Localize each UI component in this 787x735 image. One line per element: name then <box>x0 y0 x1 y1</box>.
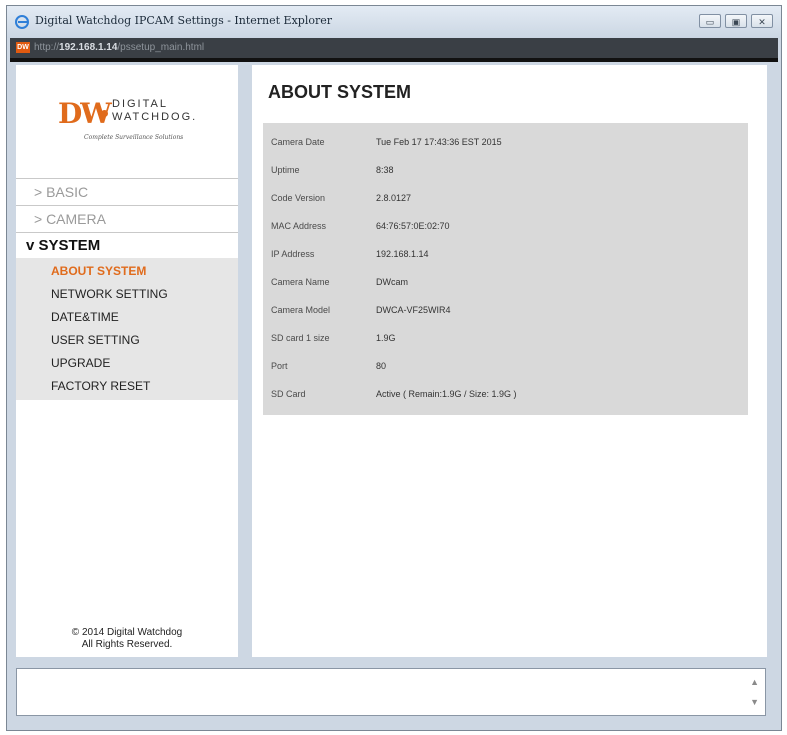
minimize-button[interactable]: ▭ <box>699 14 721 28</box>
info-row-mac-address: MAC Address 64:76:57:0E:02:70 <box>263 217 748 237</box>
info-label: SD Card <box>271 389 306 399</box>
info-row-ip-address: IP Address 192.168.1.14 <box>263 245 748 265</box>
site-favicon-icon: DW <box>16 42 30 53</box>
submenu-factory-reset[interactable]: FACTORY RESET <box>51 379 150 393</box>
info-label: Port <box>271 361 288 371</box>
info-value: 8:38 <box>376 165 394 175</box>
nav-camera[interactable]: > CAMERA <box>16 205 238 231</box>
sidebar: DW DIGITAL WATCHDOG. Complete Surveillanc… <box>16 65 238 657</box>
rights-line: All Rights Reserved. <box>81 639 173 650</box>
logo-dot-icon <box>101 110 108 117</box>
info-label: Camera Name <box>271 277 330 287</box>
internet-explorer-icon <box>15 15 29 29</box>
page-title: ABOUT SYSTEM <box>268 82 412 102</box>
info-label: SD card 1 size <box>271 333 330 343</box>
system-info-table: Camera Date Tue Feb 17 17:43:36 EST 2015… <box>263 123 748 415</box>
info-value: DWCA-VF25WIR4 <box>376 305 451 315</box>
info-row-camera-model: Camera Model DWCA-VF25WIR4 <box>263 301 748 321</box>
info-label: Uptime <box>271 165 300 175</box>
info-row-camera-date: Camera Date Tue Feb 17 17:43:36 EST 2015 <box>263 133 748 153</box>
digital-watchdog-logo: DW DIGITAL WATCHDOG. Complete Surveillanc… <box>58 97 208 147</box>
submenu-network-setting[interactable]: NETWORK SETTING <box>51 287 168 301</box>
logo-tagline: Complete Surveillance Solutions <box>84 134 184 141</box>
submenu-upgrade[interactable]: UPGRADE <box>51 356 110 370</box>
info-value: Tue Feb 17 17:43:36 EST 2015 <box>376 137 502 147</box>
logo-line1: DIGITAL <box>112 98 168 110</box>
submenu-user-setting[interactable]: USER SETTING <box>51 333 140 347</box>
main-content: ABOUT SYSTEM Camera Date Tue Feb 17 17:4… <box>252 65 767 657</box>
scroll-down-icon[interactable]: ▼ <box>750 697 759 707</box>
logo-line2: WATCHDOG. <box>112 111 198 123</box>
title-bar[interactable]: Digital Watchdog IPCAM Settings - Intern… <box>7 6 781 38</box>
info-value: 1.9G <box>376 333 396 343</box>
info-label: Camera Date <box>271 137 325 147</box>
url-text[interactable]: http://192.168.1.14/pssetup_main.html <box>34 42 204 53</box>
url-path: /pssetup_main.html <box>117 42 205 53</box>
nav-basic[interactable]: > BASIC <box>16 178 238 204</box>
info-row-code-version: Code Version 2.8.0127 <box>263 189 748 209</box>
info-value: 2.8.0127 <box>376 193 412 203</box>
info-row-sd-card: SD Card Active ( Remain:1.9G / Size: 1.9… <box>263 385 748 405</box>
submenu-date-time[interactable]: DATE&TIME <box>51 310 119 324</box>
scroll-up-icon[interactable]: ▲ <box>750 677 759 687</box>
copyright-line: © 2014 Digital Watchdog <box>71 627 183 638</box>
status-text-area[interactable]: ▲ ▼ <box>16 668 766 716</box>
url-host: 192.168.1.14 <box>59 42 118 53</box>
nav-system[interactable]: v SYSTEM <box>16 232 238 258</box>
close-button[interactable]: ✕ <box>751 14 773 28</box>
info-row-sd-card-size: SD card 1 size 1.9G <box>263 329 748 349</box>
info-label: Code Version <box>271 193 326 203</box>
info-value: 64:76:57:0E:02:70 <box>376 221 450 231</box>
copyright-footer: © 2014 Digital Watchdog All Rights Reser… <box>16 627 238 651</box>
maximize-button[interactable]: ▣ <box>725 14 747 28</box>
url-prefix: http:// <box>34 42 60 53</box>
submenu-about-system[interactable]: ABOUT SYSTEM <box>51 264 146 278</box>
info-value: Active ( Remain:1.9G / Size: 1.9G ) <box>376 389 517 399</box>
info-row-port: Port 80 <box>263 357 748 377</box>
logo-wordmark: DIGITAL WATCHDOG. <box>112 98 197 124</box>
info-value: 80 <box>376 361 387 371</box>
info-row-uptime: Uptime 8:38 <box>263 161 748 181</box>
system-submenu: ABOUT SYSTEM NETWORK SETTING DATE&TIME U… <box>16 258 238 400</box>
info-value: 192.168.1.14 <box>376 249 429 259</box>
info-label: IP Address <box>271 249 315 259</box>
window-controls: ▭ ▣ ✕ <box>699 14 773 28</box>
address-bar[interactable]: DW http://192.168.1.14/pssetup_main.html <box>10 38 778 62</box>
info-row-camera-name: Camera Name DWcam <box>263 273 748 293</box>
info-value: DWcam <box>376 277 408 287</box>
info-label: Camera Model <box>271 305 331 315</box>
window-title: Digital Watchdog IPCAM Settings - Intern… <box>35 14 332 27</box>
info-label: MAC Address <box>271 221 327 231</box>
